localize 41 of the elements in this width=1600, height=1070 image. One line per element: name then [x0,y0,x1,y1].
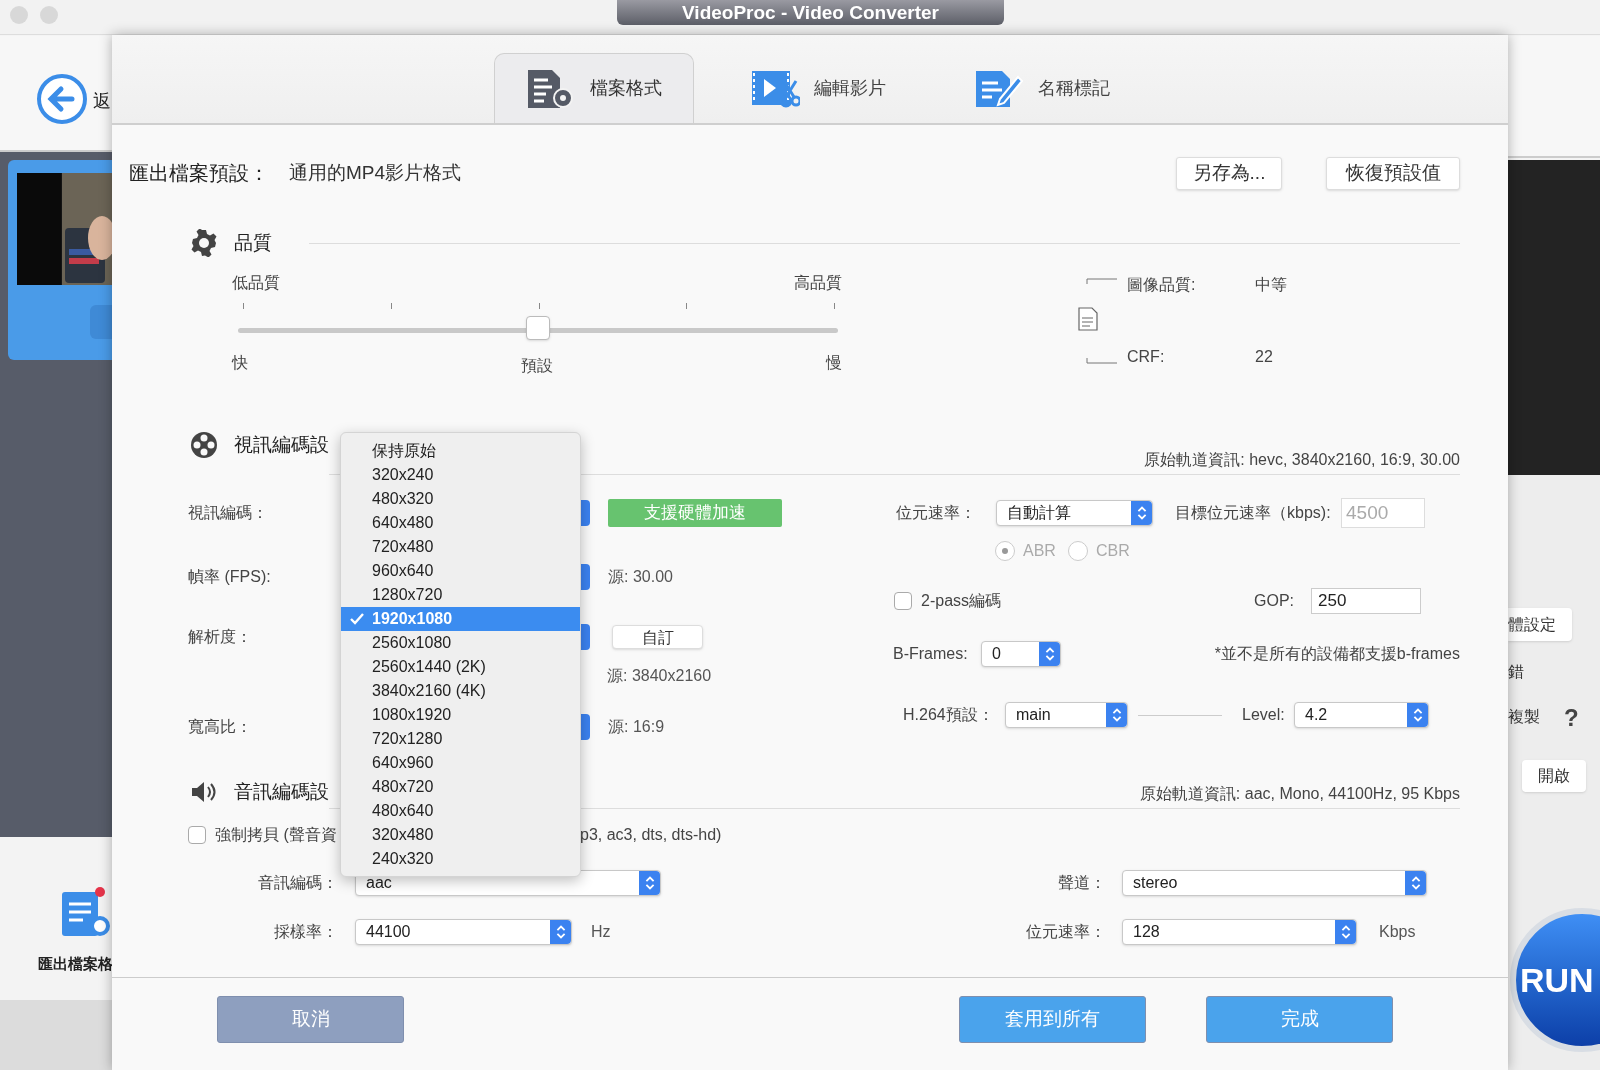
source-value: 源: 30.00 [608,567,673,587]
field-label: 幀率 (FPS): [188,567,271,587]
note-text: *並不是所有的設備都支援b-frames [1213,644,1460,664]
field-label: 視訊編碼： [188,503,268,523]
window-title: VideoProc - Video Converter [617,0,1004,25]
field-label: H.264預設： [903,705,995,725]
option-text: p3, ac3, dts, dts-hd) [580,825,722,845]
slider-label: 慢 [826,353,842,373]
preset-label: 匯出檔案預設： [129,161,270,186]
preset-value: 通用的MP4影片格式 [289,160,463,185]
field-label: 採樣率： [273,922,339,942]
field-label: B-Frames: [893,644,969,664]
source-value: 源: 16:9 [608,717,665,737]
hardware-acceleration-badge: 支援硬體加速 [608,499,782,527]
section-title: 視訊編碼設 [234,432,329,457]
unit-label: Kbps [1379,922,1416,942]
field-label: 位元速率： [896,503,977,523]
field-label: Level: [1242,705,1286,725]
track-info: 原始軌道資訊: aac, Mono, 44100Hz, 95 Kbps [1139,784,1460,804]
unit-label: Hz [591,922,612,942]
field-label: GOP: [1254,591,1295,611]
field-label: 聲道： [1057,873,1107,893]
field-label: 位元速率： [1025,922,1107,942]
section-title: 音訊編碼設 [234,779,329,804]
field-label: 音訊編碼： [257,873,339,893]
slider-label: 高品質 [794,273,842,293]
slider-label: 預設 [521,356,553,376]
info-value: 中等 [1255,274,1288,295]
field-label: 解析度： [188,627,252,647]
option-label: 錯 [1508,662,1524,682]
field-label: 寬高比： [188,717,252,737]
info-value: 22 [1255,346,1274,367]
slider-label: 快 [232,353,248,373]
track-info: 原始軌道資訊: hevc, 3840x2160, 16:9, 30.00 [1144,450,1460,470]
field-label: 目標位元速率（kbps): [1175,503,1332,523]
source-value: 源: 3840x2160 [607,666,712,686]
info-label: 圖像品質: [1127,274,1197,295]
slider-label: 低品質 [232,273,280,293]
section-title: 品質 [234,230,272,255]
option-label: 複製 [1508,707,1540,727]
info-label: CRF: [1127,346,1166,367]
